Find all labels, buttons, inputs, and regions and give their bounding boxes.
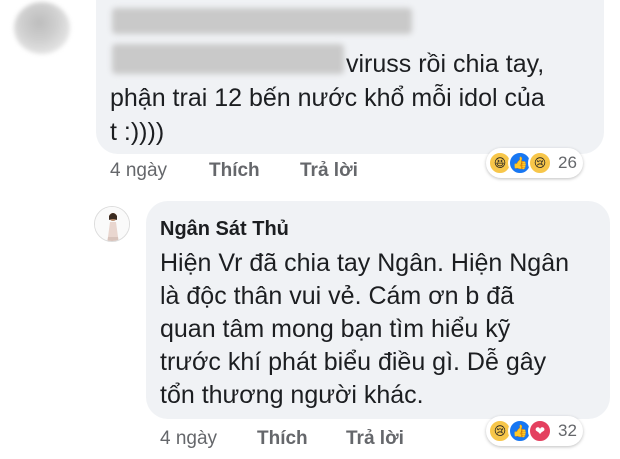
comment-author-name[interactable]: Ngân Sát Thủ [160,218,289,241]
comment-1-line: phận trai 12 bến nước khổ mỗi idol của [110,84,545,112]
comment-1-line: t :)))) [110,118,165,146]
love-icon: ❤ [528,419,552,443]
comment-2-timestamp[interactable]: 4 ngày [160,428,217,450]
redacted-author-name [112,8,412,34]
comment-1-reaction-count: 26 [558,153,577,172]
comment-2-line: trước khí phát biểu điều gì. Dễ gây [160,348,547,376]
comment-1-reactions[interactable]: 😆 👍 😢 26 [486,148,583,178]
comment-2-line: tổn thương người khác. [160,381,424,409]
comment-2-line: quan tâm mong bạn tìm hiểu kỹ [160,315,511,343]
comment-1-like-button[interactable]: Thích [209,160,260,182]
comment-2-reply-button[interactable]: Trả lời [346,428,404,450]
comment-1-timestamp[interactable]: 4 ngày [110,160,167,182]
comment-1-text: viruss rồi chia tay, phận trai 12 bến nư… [110,47,580,149]
comment-2-like-button[interactable]: Thích [257,428,308,450]
avatar-figure-icon [95,207,129,241]
blurred-avatar[interactable] [14,2,70,54]
comment-2-reactions[interactable]: 😢 👍 ❤ 32 [486,416,583,446]
avatar[interactable] [94,206,130,242]
sad-icon: 😢 [528,151,552,175]
comment-1-reply-button[interactable]: Trả lời [300,160,358,182]
comment-2-line: là độc thân vui vẻ. Cám ơn b đã [160,282,515,310]
comment-2-reaction-count: 32 [558,421,577,440]
comment-1-line: viruss rồi chia tay, [346,50,545,78]
comment-2-line: Hiện Vr đã chia tay Ngân. Hiện Ngân [160,249,570,277]
comment-2-text: Hiện Vr đã chia tay Ngân. Hiện Ngân là đ… [160,247,600,412]
